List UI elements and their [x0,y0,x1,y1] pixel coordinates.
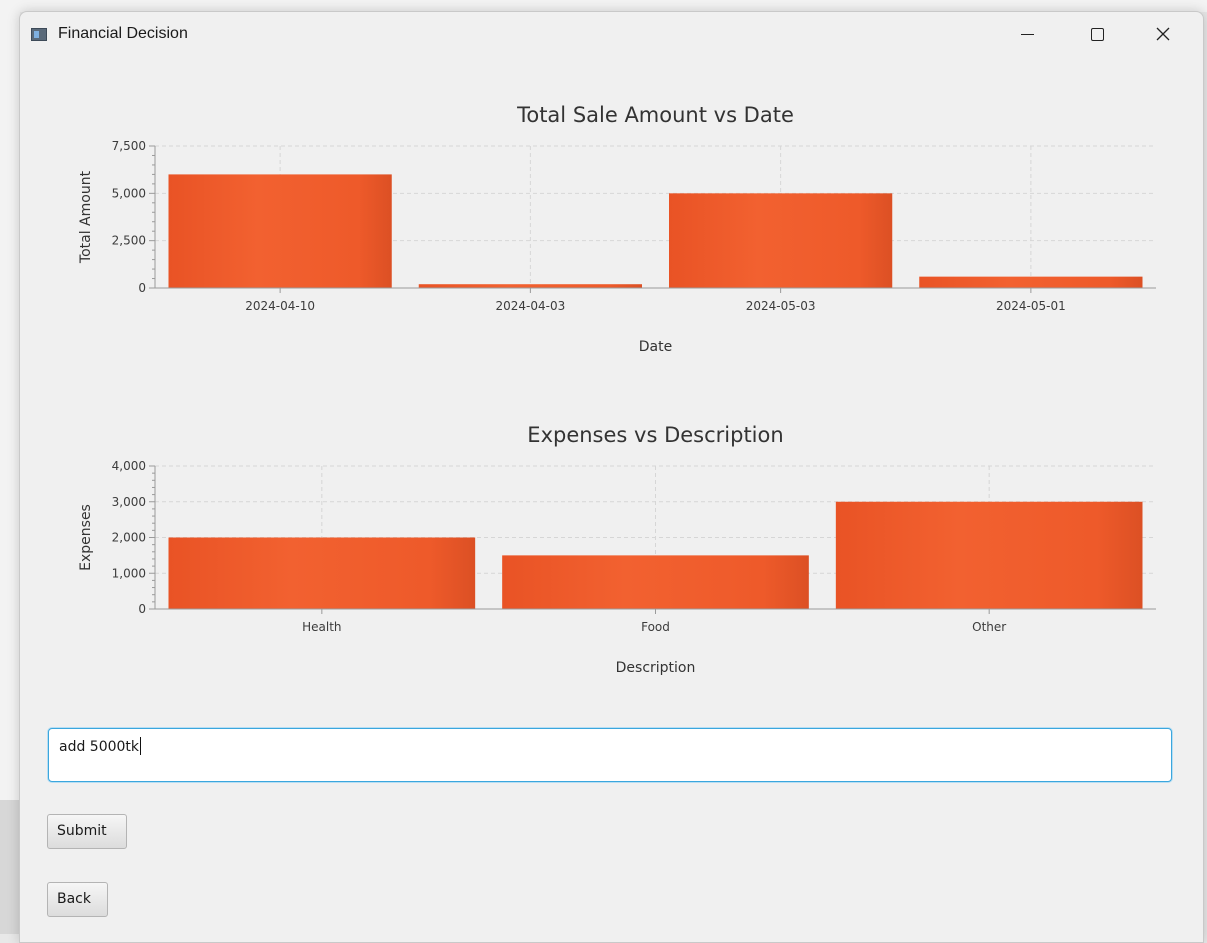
sales-bar-chart: Total Sale Amount vs Date 0 2,500 5,000 7,50… [20,92,1203,372]
expenses-x-axis-label: Description [616,660,696,676]
sales-y-tick-label: 5,000 [112,186,146,200]
expenses-bar-chart: Expenses vs Description 0 1,000 2,000 3,000 4… [20,412,1203,692]
sales-bar-2024-05-03 [669,193,893,288]
sales-chart-title: Total Sale Amount vs Date [516,103,794,127]
expenses-x-tick-label: Food [641,620,670,634]
text-caret [140,737,142,755]
sales-bar-2024-04-10 [168,174,392,288]
financial-decision-window: Financial Decision Total Sale Amount vs … [19,11,1204,943]
expenses-y-tick-label: 3,000 [112,495,146,509]
sales-y-tick-label: 7,500 [112,139,146,153]
submit-button[interactable]: Submit [47,814,127,849]
expenses-y-tick-label: 1,000 [112,566,146,580]
sales-x-tick-label: 2024-04-10 [245,299,315,313]
sales-x-tick-label: 2024-05-03 [746,299,816,313]
title-bar[interactable]: Financial Decision [20,12,1203,56]
maximize-icon [1090,27,1104,41]
expenses-bar-Food [502,555,809,609]
back-button[interactable]: Back [47,882,108,917]
sales-bar-2024-05-01 [919,276,1143,288]
expenses-y-tick-label: 4,000 [112,459,146,473]
minimize-icon [1020,33,1034,35]
sales-y-axis-label: Total Amount [78,170,94,264]
maximize-button[interactable] [1074,12,1120,56]
command-input-text-wrap: add 5000tk [59,737,142,755]
expenses-chart-title: Expenses vs Description [527,423,783,447]
minimize-button[interactable] [1004,12,1050,56]
expenses-y-axis-label: Expenses [78,504,94,571]
expenses-x-tick-label: Other [972,620,1006,634]
expenses-bar-Other [835,501,1143,609]
expenses-bar-Health [168,537,476,609]
app-icon [31,28,47,41]
sales-bar-2024-04-03 [418,284,642,288]
command-input[interactable]: add 5000tk [48,728,1172,782]
expenses-y-tick-label: 2,000 [112,531,146,545]
expenses-x-tick-label: Health [302,620,341,634]
sales-x-axis-label: Date [639,339,672,355]
sales-y-tick-label: 2,500 [112,234,146,248]
desktop-background-left [0,0,20,934]
sales-x-tick-label: 2024-05-01 [996,299,1066,313]
command-input-value: add 5000tk [59,739,140,755]
sales-x-tick-label: 2024-04-03 [496,299,566,313]
background-window-edge [0,800,20,934]
expenses-y-tick-label: 0 [138,602,146,616]
window-title: Financial Decision [58,25,188,42]
close-icon [1156,27,1170,41]
close-button[interactable] [1140,12,1186,56]
sales-y-tick-label: 0 [138,281,146,295]
sales-chart-svg: Total Sale Amount vs Date 0 2,500 5,000 7,50… [78,103,1156,355]
expenses-chart-svg: Expenses vs Description 0 1,000 2,000 3,000 4… [78,423,1156,676]
